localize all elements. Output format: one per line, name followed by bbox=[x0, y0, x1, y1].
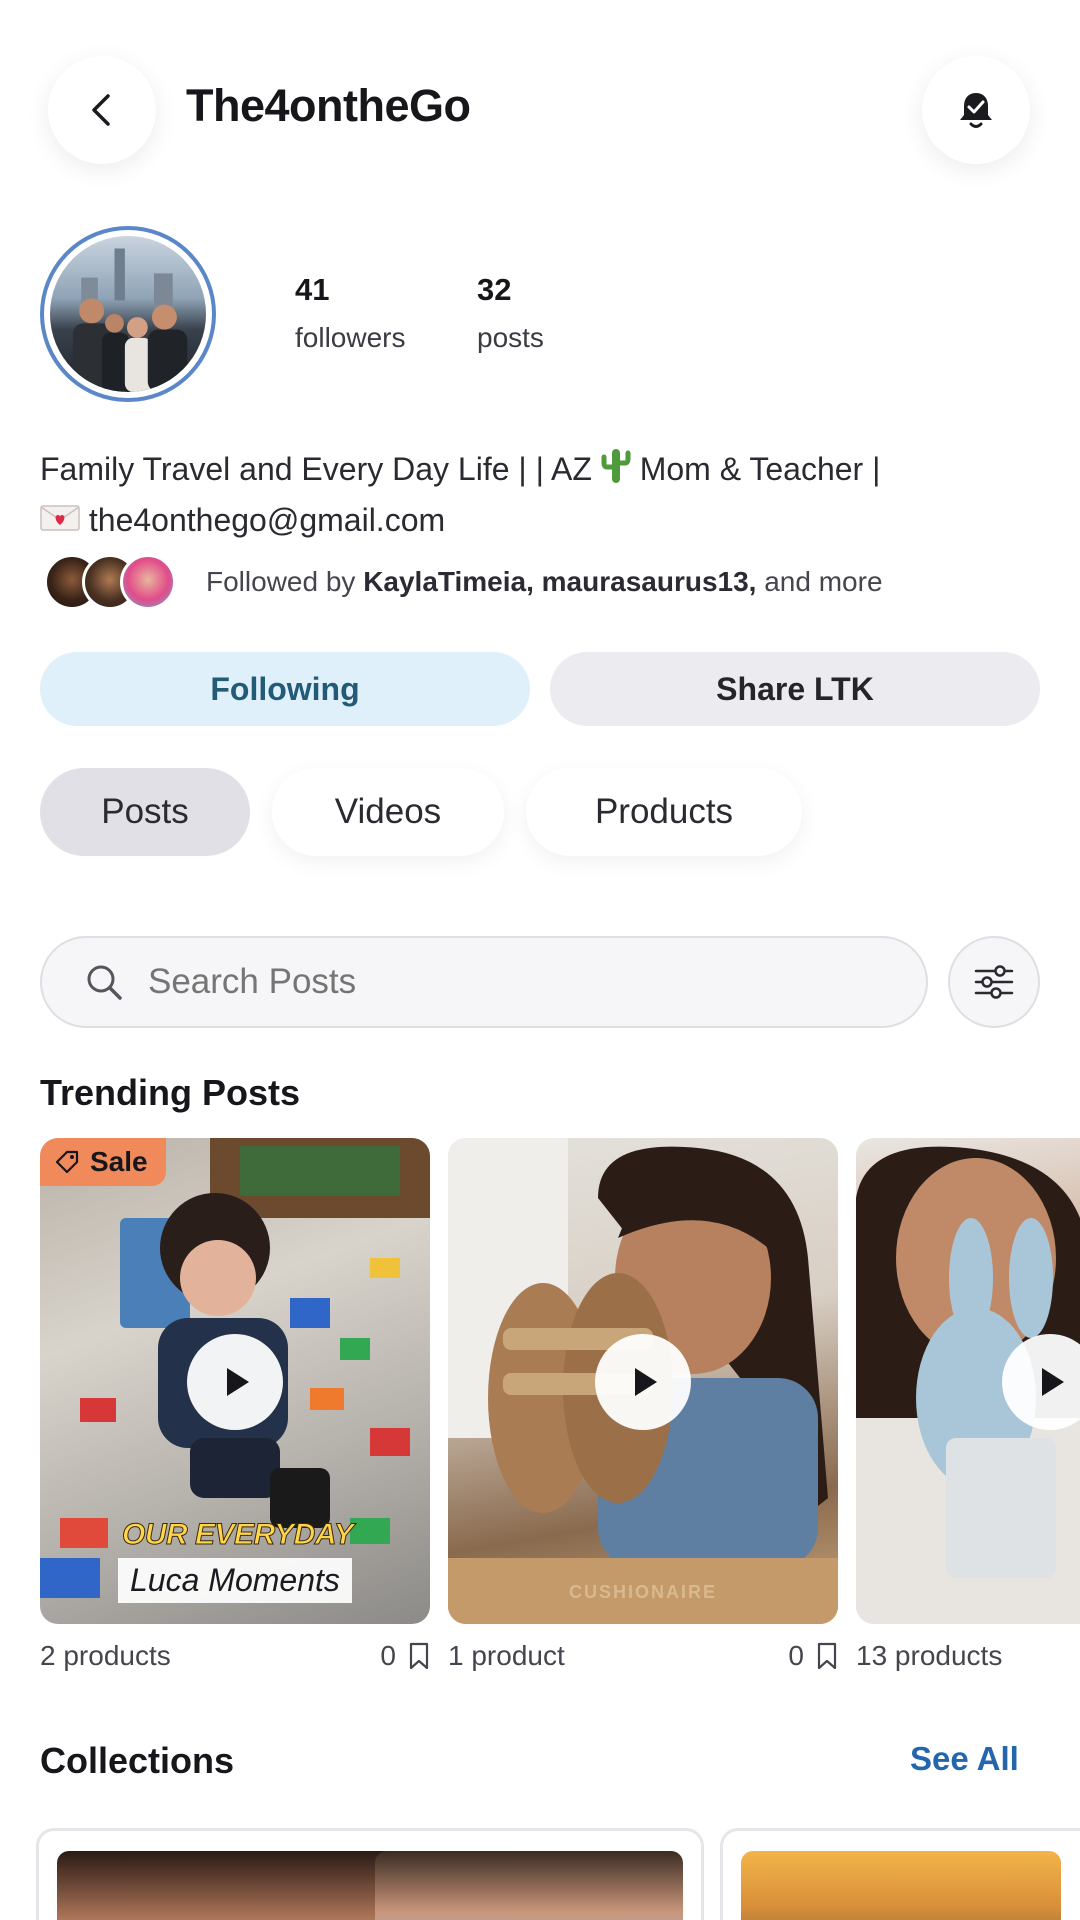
bio-line-2: the4onthego@gmail.com bbox=[40, 497, 1040, 546]
post-meta: 13 products bbox=[856, 1640, 1080, 1672]
bell-check-icon bbox=[960, 93, 992, 128]
profile-bio: Family Travel and Every Day Life | | AZ … bbox=[40, 446, 1040, 545]
save-count[interactable]: 0 bbox=[380, 1640, 430, 1672]
bookmark-icon bbox=[409, 1642, 429, 1670]
play-icon bbox=[227, 1368, 249, 1396]
collection-thumbnail bbox=[741, 1851, 1061, 1920]
post-meta: 2 products 0 bbox=[40, 1640, 430, 1672]
avatar-photo bbox=[50, 236, 206, 392]
avatar bbox=[120, 554, 176, 610]
filter-button[interactable] bbox=[948, 936, 1040, 1028]
trending-posts-heading: Trending Posts bbox=[40, 1072, 301, 1113]
collection-thumbnail bbox=[57, 1851, 403, 1920]
back-button[interactable] bbox=[48, 56, 156, 164]
love-letter-icon bbox=[40, 499, 80, 545]
profile-header: The4ontheGo 41 followers 32 posts Family… bbox=[0, 0, 1080, 895]
posts-stat: 32 posts bbox=[477, 272, 544, 354]
post-meta: 1 product 0 bbox=[448, 1640, 838, 1672]
collection-thumbnail bbox=[375, 1851, 683, 1920]
play-icon bbox=[1042, 1368, 1064, 1396]
followers-label: followers bbox=[295, 322, 406, 353]
tab-videos[interactable]: Videos bbox=[272, 768, 504, 856]
profile-avatar[interactable] bbox=[40, 226, 216, 402]
save-count[interactable]: 0 bbox=[788, 1640, 838, 1672]
posts-count: 32 bbox=[477, 272, 512, 307]
followed-by-row[interactable]: Followed by KaylaTimeia, maurasaurus13, … bbox=[40, 550, 1040, 614]
sliders-icon bbox=[974, 965, 1014, 999]
tag-icon bbox=[55, 1150, 79, 1174]
product-count[interactable]: 13 products bbox=[856, 1640, 1002, 1672]
play-icon bbox=[635, 1368, 657, 1396]
search-icon bbox=[87, 965, 122, 1000]
posts-label: posts bbox=[477, 322, 544, 353]
followed-by-text: Followed by KaylaTimeia, maurasaurus13, … bbox=[206, 566, 883, 597]
product-count[interactable]: 1 product bbox=[448, 1640, 565, 1672]
trending-post-card[interactable] bbox=[856, 1138, 1080, 1624]
play-button[interactable] bbox=[595, 1334, 691, 1430]
followers-count: 41 bbox=[295, 272, 330, 307]
collection-card[interactable] bbox=[36, 1828, 704, 1920]
see-all-link[interactable]: See All bbox=[910, 1740, 1019, 1778]
chevron-left-icon bbox=[92, 94, 110, 126]
video-caption: OUR EVERYDAY Luca Moments bbox=[118, 1518, 354, 1603]
page-title: The4ontheGo bbox=[186, 80, 471, 131]
sale-badge: Sale bbox=[40, 1138, 166, 1186]
share-ltk-button[interactable]: Share LTK bbox=[550, 652, 1040, 726]
trending-post-card[interactable]: Sale OUR EVERYDAY Luca Moments bbox=[40, 1138, 430, 1624]
notification-button[interactable] bbox=[922, 56, 1030, 164]
top-bar: The4ontheGo bbox=[0, 50, 1080, 170]
follower-avatars bbox=[40, 550, 190, 614]
collections-heading: Collections bbox=[40, 1740, 235, 1781]
tab-posts[interactable]: Posts bbox=[40, 768, 250, 856]
bio-line-1: Family Travel and Every Day Life | | AZ … bbox=[40, 446, 1040, 497]
followers-stat[interactable]: 41 followers bbox=[295, 272, 405, 354]
tab-products[interactable]: Products bbox=[526, 768, 802, 856]
bookmark-icon bbox=[817, 1642, 837, 1670]
following-button[interactable]: Following bbox=[40, 652, 530, 726]
play-button[interactable] bbox=[187, 1334, 283, 1430]
bio-email[interactable]: the4onthego@gmail.com bbox=[89, 502, 445, 538]
content-tabs: Posts Videos Products bbox=[40, 768, 802, 856]
search-bar[interactable] bbox=[40, 936, 928, 1028]
box-brand-text: CUSHIONAIRE bbox=[448, 1560, 838, 1624]
search-input[interactable] bbox=[148, 962, 848, 1002]
cactus-icon bbox=[601, 447, 631, 497]
product-count[interactable]: 2 products bbox=[40, 1640, 171, 1672]
trending-post-card[interactable]: CUSHIONAIRE bbox=[448, 1138, 838, 1624]
collection-card[interactable] bbox=[720, 1828, 1080, 1920]
